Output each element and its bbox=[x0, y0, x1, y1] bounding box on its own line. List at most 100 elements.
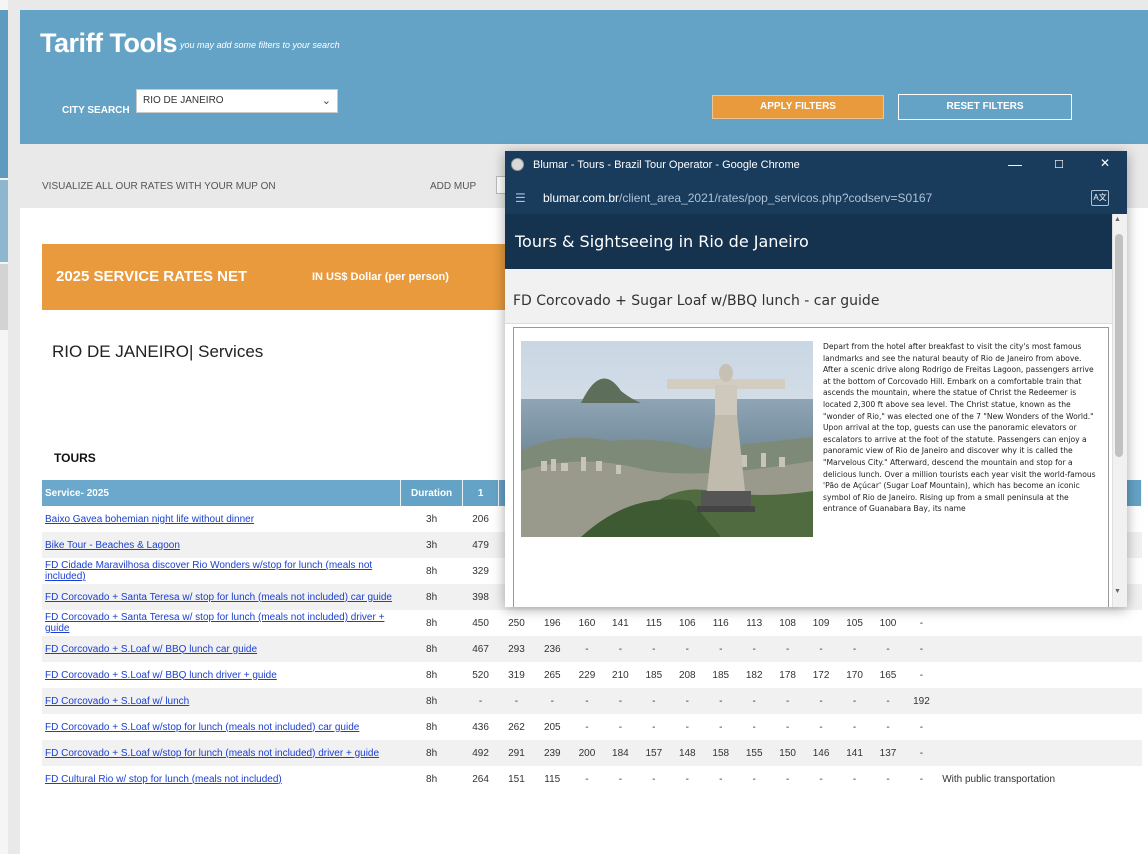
rate-cell: 208 bbox=[678, 669, 696, 681]
popup-url[interactable]: blumar.com.br/client_area_2021/rates/pop… bbox=[543, 191, 932, 205]
service-link[interactable]: FD Corcovado + S.Loaf w/ BBQ lunch car g… bbox=[45, 644, 401, 655]
rate-cell: - bbox=[804, 688, 838, 714]
rate-cell: 479 bbox=[462, 532, 499, 558]
rate-cell: - bbox=[752, 721, 756, 733]
popup-content: Tours & Sightseeing in Rio de Janeiro FD… bbox=[505, 214, 1112, 607]
table-row: FD Cultural Rio w/ stop for lunch (meals… bbox=[42, 766, 1142, 792]
rate-cell: - bbox=[837, 688, 872, 714]
rate-cell: - bbox=[886, 773, 890, 785]
rate-cell: - bbox=[570, 636, 604, 662]
minimize-icon[interactable]: — bbox=[1005, 156, 1025, 172]
rate-cell: 200 bbox=[570, 740, 604, 766]
reset-filters-button[interactable]: RESET FILTERS bbox=[898, 94, 1072, 120]
rate-cell: - bbox=[852, 721, 857, 733]
rate-cell: - bbox=[919, 669, 924, 681]
rate-cell: 146 bbox=[804, 740, 838, 766]
scroll-up-icon[interactable]: ▲ bbox=[1114, 216, 1121, 223]
column-header-service: Service- 2025 bbox=[42, 480, 402, 506]
translate-icon[interactable]: A文 bbox=[1091, 190, 1109, 206]
rate-cell: 141 bbox=[612, 617, 629, 629]
rate-cell: - bbox=[498, 688, 535, 714]
rate-cell: - bbox=[819, 773, 823, 785]
tariff-header bbox=[20, 10, 1148, 144]
table-row: FD Corcovado + Santa Teresa w/ stop for … bbox=[42, 610, 1142, 636]
city-select-value: RIO DE JANEIRO bbox=[143, 95, 224, 106]
service-link[interactable]: FD Corcovado + Santa Teresa w/ stop for … bbox=[45, 612, 401, 634]
note-cell bbox=[938, 688, 1142, 714]
rate-cell: - bbox=[871, 688, 905, 714]
rate-cell: 291 bbox=[498, 740, 535, 766]
city-services-heading: RIO DE JANEIRO| Services bbox=[52, 342, 264, 361]
rate-cell: 158 bbox=[704, 740, 738, 766]
rate-cell: 105 bbox=[846, 617, 863, 629]
scroll-down-icon[interactable]: ▼ bbox=[1114, 588, 1121, 595]
rate-cell: - bbox=[585, 721, 589, 733]
rate-cell: - bbox=[637, 636, 671, 662]
service-name-cell: FD Corcovado + S.Loaf w/ BBQ lunch car g… bbox=[42, 636, 401, 662]
rate-cell: - bbox=[704, 688, 738, 714]
service-name-cell: FD Cultural Rio w/ stop for lunch (meals… bbox=[42, 766, 401, 792]
rate-cell: - bbox=[919, 773, 924, 785]
rate-cell: - bbox=[919, 617, 924, 629]
close-icon[interactable]: ✕ bbox=[1095, 156, 1115, 170]
rates-currency: IN US$ Dollar (per person) bbox=[312, 271, 449, 283]
rate-cell: 329 bbox=[472, 565, 489, 577]
mup-description: VISUALIZE ALL OUR RATES WITH YOUR MUP ON bbox=[42, 181, 276, 192]
rate-cell: - bbox=[770, 688, 805, 714]
rate-cell: - bbox=[886, 721, 890, 733]
duration-cell: 8h bbox=[426, 565, 438, 577]
scrollbar-thumb[interactable] bbox=[1115, 234, 1123, 457]
rate-cell: 520 bbox=[472, 669, 489, 681]
page-title: Tariff Tools bbox=[40, 28, 178, 58]
rate-cell: 436 bbox=[472, 721, 489, 733]
rate-cell: 398 bbox=[462, 584, 499, 610]
service-link[interactable]: FD Corcovado + S.Loaf w/ BBQ lunch drive… bbox=[45, 670, 401, 681]
chevron-down-icon: ⌄ bbox=[321, 95, 331, 107]
left-edge-strip bbox=[0, 0, 8, 854]
rate-cell: - bbox=[785, 721, 790, 733]
rate-cell: - bbox=[570, 688, 604, 714]
service-link[interactable]: FD Cidade Maravilhosa discover Rio Wonde… bbox=[45, 560, 401, 582]
service-link[interactable]: Bike Tour - Beaches & Lagoon bbox=[45, 540, 401, 551]
service-link[interactable]: FD Corcovado + S.Loaf w/stop for lunch (… bbox=[45, 748, 401, 759]
rate-cell: - bbox=[785, 773, 790, 785]
rate-cell: - bbox=[670, 688, 705, 714]
rate-cell: - bbox=[670, 636, 705, 662]
service-link[interactable]: Baixo Gavea bohemian night life without … bbox=[45, 514, 401, 525]
rate-cell: 192 bbox=[904, 688, 939, 714]
rate-cell: 160 bbox=[578, 617, 596, 629]
service-link[interactable]: FD Cultural Rio w/ stop for lunch (meals… bbox=[45, 774, 401, 785]
popup-heading: Tours & Sightseeing in Rio de Janeiro bbox=[515, 232, 809, 251]
rate-cell: - bbox=[770, 636, 805, 662]
service-link[interactable]: FD Corcovado + S.Loaf w/stop for lunch (… bbox=[45, 722, 401, 733]
site-settings-icon[interactable]: ☰ bbox=[515, 191, 526, 205]
rate-cell: 137 bbox=[871, 740, 905, 766]
page-subtitle: you may add some filters to your search bbox=[180, 40, 340, 50]
rate-cell: 100 bbox=[879, 617, 897, 629]
apply-filters-button[interactable]: APPLY FILTERS bbox=[712, 95, 884, 119]
note-cell bbox=[938, 636, 1142, 662]
service-name-cell: FD Corcovado + S.Loaf w/ lunch bbox=[42, 688, 401, 714]
duration-cell: 8h bbox=[426, 617, 438, 629]
rate-cell: - bbox=[919, 721, 924, 733]
column-header-1: 1 bbox=[462, 480, 500, 506]
rate-cell: 157 bbox=[637, 740, 671, 766]
popup-window: Blumar - Tours - Brazil Tour Operator - … bbox=[505, 151, 1127, 607]
add-mup-label: ADD MUP bbox=[430, 181, 477, 192]
rate-cell: 141 bbox=[837, 740, 872, 766]
service-link[interactable]: FD Corcovado + Santa Teresa w/ stop for … bbox=[45, 592, 401, 603]
rate-cell: 205 bbox=[543, 721, 561, 733]
rate-cell: - bbox=[904, 636, 939, 662]
rate-cell: 116 bbox=[712, 617, 729, 629]
rate-cell: - bbox=[871, 636, 905, 662]
rate-cell: 155 bbox=[737, 740, 771, 766]
table-row: FD Corcovado + S.Loaf w/ BBQ lunch drive… bbox=[42, 662, 1142, 688]
maximize-icon[interactable]: ☐ bbox=[1049, 158, 1069, 171]
city-select[interactable]: RIO DE JANEIRO ⌄ bbox=[136, 89, 338, 113]
service-name-cell: Bike Tour - Beaches & Lagoon bbox=[42, 532, 401, 558]
service-link[interactable]: FD Corcovado + S.Loaf w/ lunch bbox=[45, 696, 401, 707]
city-search-label: CITY SEARCH bbox=[62, 105, 130, 116]
rate-cell: - bbox=[719, 773, 723, 785]
rate-cell: 178 bbox=[779, 669, 796, 681]
popup-description: Depart from the hotel after breakfast to… bbox=[823, 342, 1096, 514]
